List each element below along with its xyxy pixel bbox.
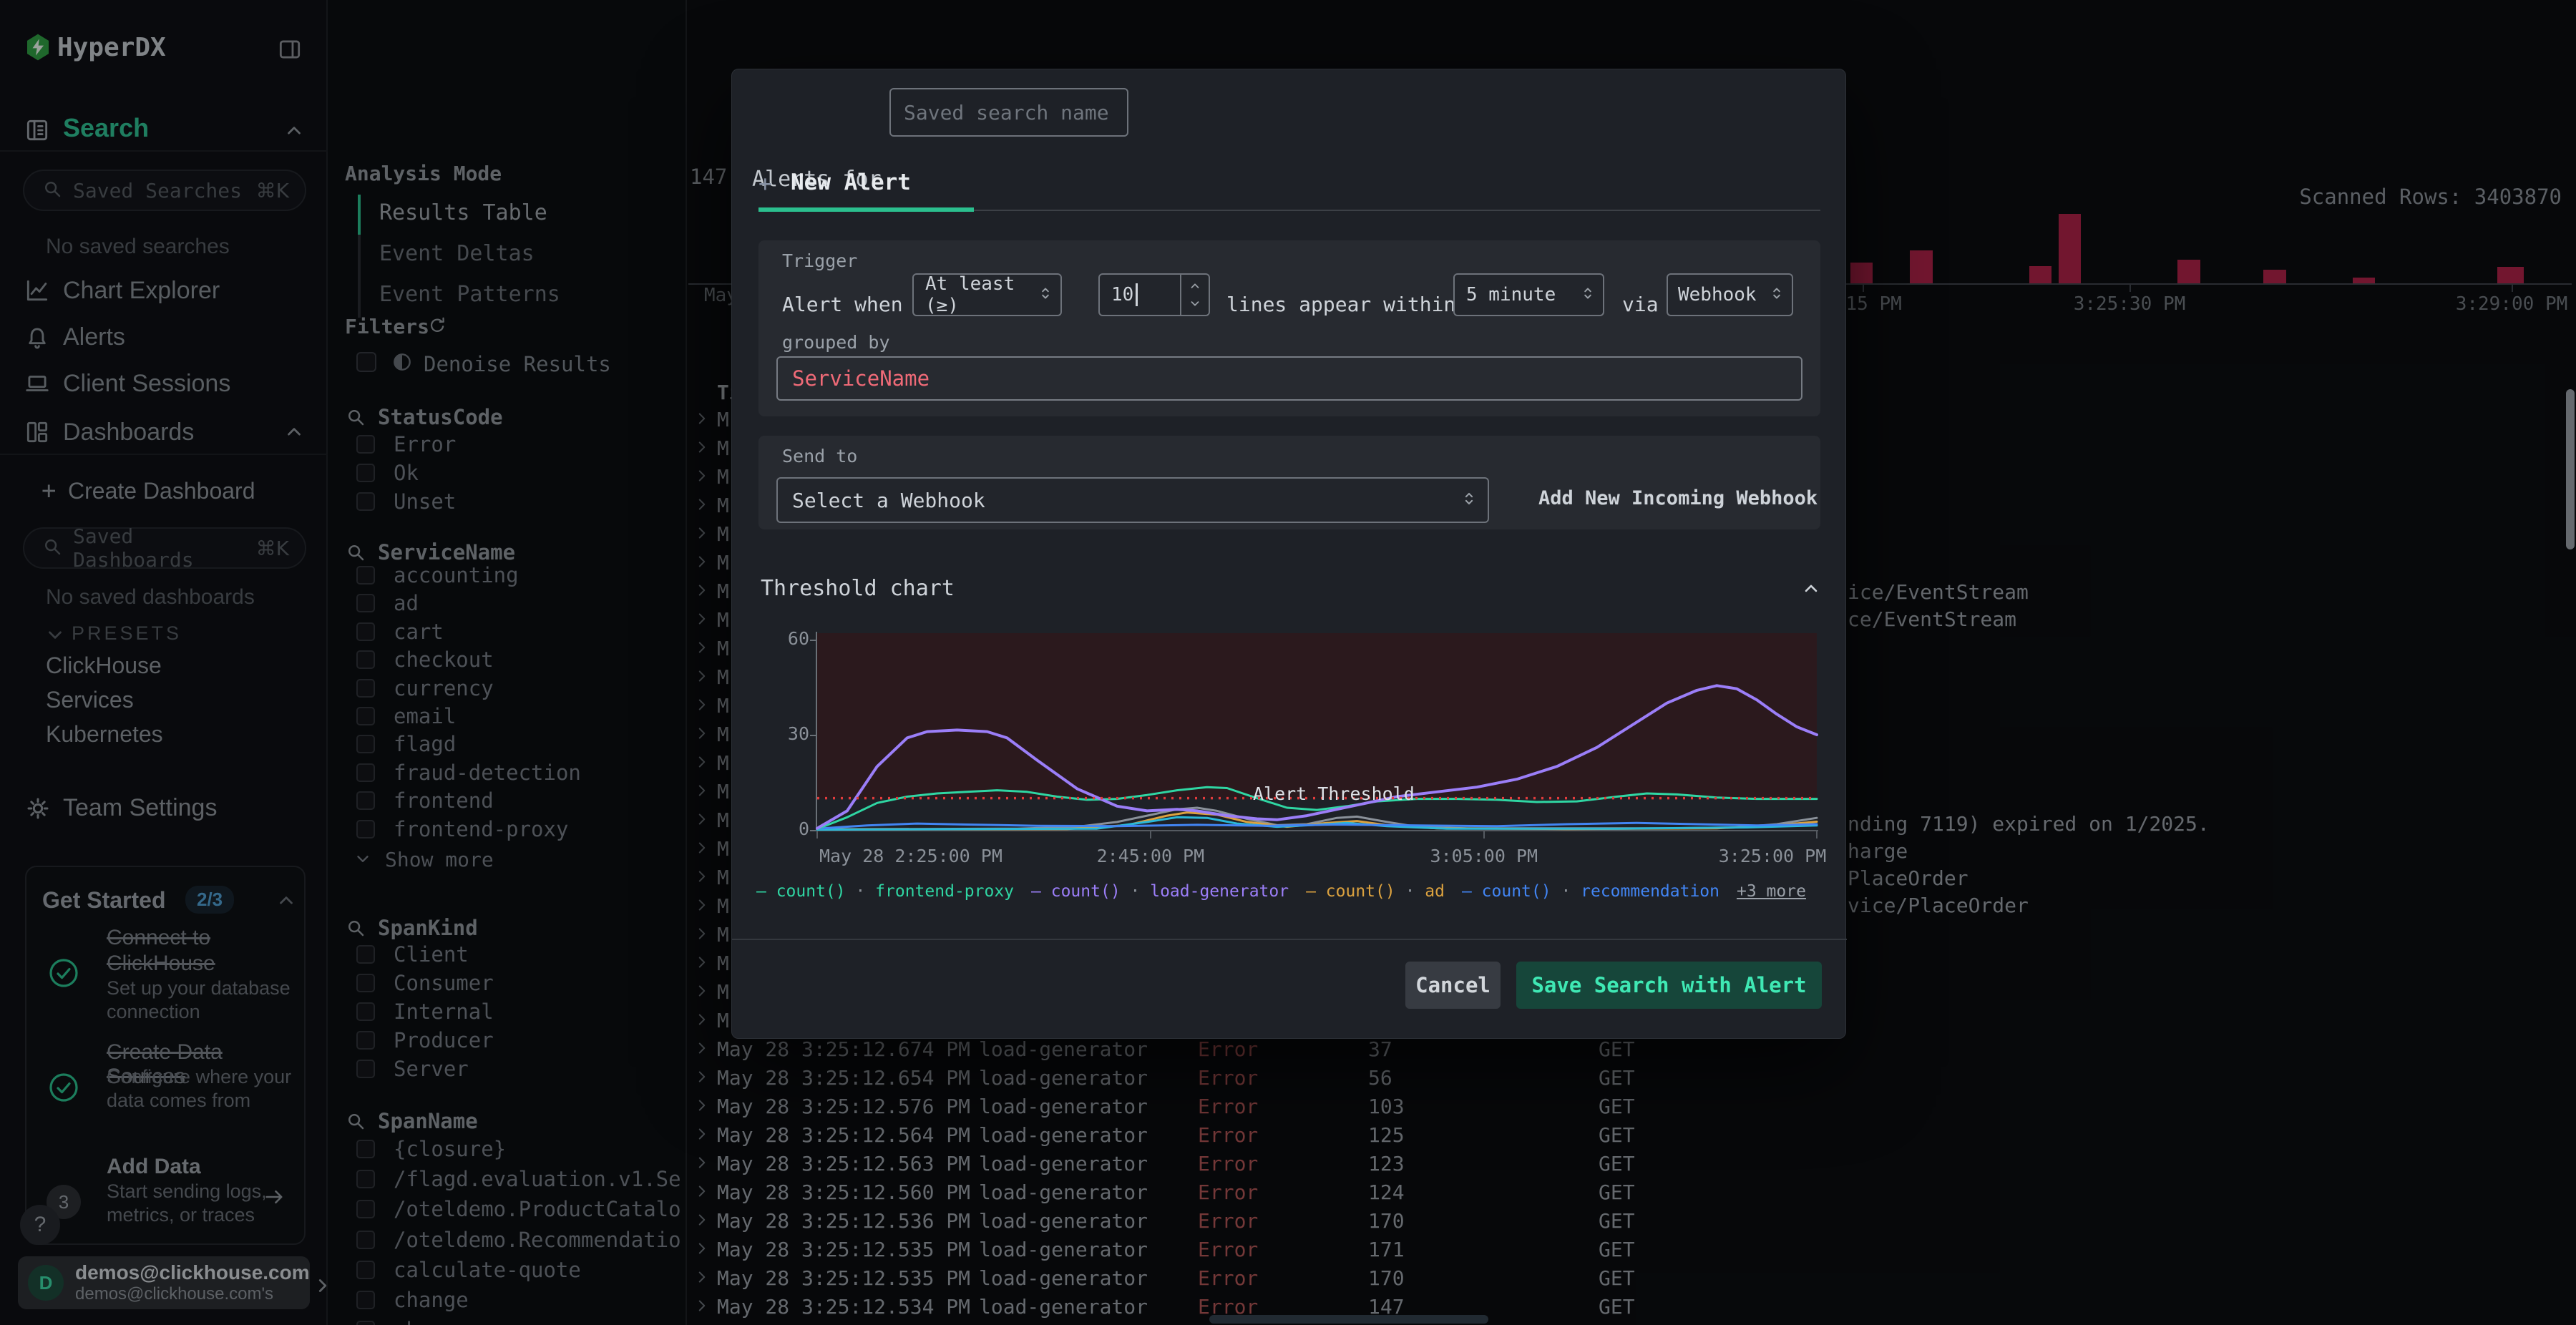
- send-to-label: Send to: [782, 446, 858, 466]
- text-cursor: [1136, 283, 1138, 306]
- add-webhook-link[interactable]: Add New Incoming Webhook: [1538, 487, 1818, 509]
- grouped-by-input[interactable]: ServiceName: [776, 356, 1802, 401]
- save-label: Save Search with Alert: [1531, 973, 1807, 997]
- tab-new-alert[interactable]: New Alert: [791, 170, 911, 195]
- x-axis-label: 3:05:00 PM: [1430, 846, 1538, 866]
- chevron-updown-icon: [1767, 284, 1786, 305]
- legend-item[interactable]: — count() · frontend-proxy: [756, 882, 1014, 901]
- threshold-number-input[interactable]: 10: [1098, 273, 1210, 316]
- legend-item[interactable]: — count() · ad: [1306, 882, 1445, 901]
- legend-item[interactable]: — count() · recommendation: [1462, 882, 1719, 901]
- chevron-updown-icon: [1579, 284, 1597, 305]
- legend-more-toggle[interactable]: +3 more: [1737, 882, 1806, 901]
- trigger-card: Trigger Alert when At least (≥) 10 lines…: [758, 240, 1820, 416]
- channel-select[interactable]: Webhook: [1667, 273, 1793, 316]
- y-axis-label: 0: [798, 818, 809, 839]
- time-window-select[interactable]: 5 minute: [1453, 273, 1604, 316]
- chevron-updown-icon: [1459, 489, 1479, 512]
- send-to-card: Send to Select a Webhook Add New Incomin…: [758, 436, 1820, 529]
- saved-search-name-placeholder: Saved search name: [904, 100, 1109, 124]
- alert-zone: [817, 633, 1817, 798]
- operator-select[interactable]: At least (≥): [912, 273, 1062, 316]
- number-stepper[interactable]: [1180, 275, 1209, 315]
- saved-search-name-input[interactable]: Saved search name: [889, 88, 1128, 137]
- x-axis-label: 3:25:00 PM: [1718, 846, 1827, 866]
- operator-value: At least (≥): [925, 273, 1015, 316]
- via-label: via: [1622, 293, 1659, 316]
- alert-threshold-label: Alert Threshold: [1253, 783, 1415, 804]
- y-axis-label: 30: [787, 723, 809, 744]
- channel-value: Webhook: [1678, 284, 1757, 305]
- lines-appear-label: lines appear within: [1226, 293, 1456, 316]
- x-axis-label: 2:45:00 PM: [1096, 846, 1205, 866]
- cancel-button[interactable]: Cancel: [1405, 962, 1501, 1009]
- trigger-section-label: Trigger: [782, 250, 858, 271]
- grouped-by-label: grouped by: [782, 332, 890, 353]
- collapse-chevron-icon[interactable]: [1801, 579, 1821, 602]
- grouped-by-value: ServiceName: [792, 366, 930, 391]
- app-root: HyperDX Search Saved Searches ⌘K No save…: [0, 0, 2576, 1325]
- y-axis-label: 60: [787, 628, 809, 650]
- x-axis-label: May 28 2:25:00 PM: [819, 846, 1002, 866]
- chevron-updown-icon: [1036, 284, 1055, 305]
- modal-footer-divider: [732, 939, 1847, 940]
- webhook-select-value: Select a Webhook: [792, 488, 985, 512]
- chart-legend: — count() · frontend-proxy — count() · lo…: [756, 882, 1823, 901]
- alert-modal: Alerts for Saved search name . + New Ale…: [731, 69, 1847, 1039]
- threshold-chart-title: Threshold chart: [761, 576, 955, 601]
- time-window-value: 5 minute: [1466, 284, 1556, 305]
- webhook-select[interactable]: Select a Webhook: [776, 477, 1489, 523]
- legend-item[interactable]: — count() · load-generator: [1031, 882, 1289, 901]
- cancel-label: Cancel: [1415, 973, 1491, 997]
- alert-when-label: Alert when: [782, 293, 903, 316]
- tab-active-indicator: [758, 207, 974, 212]
- save-search-with-alert-button[interactable]: Save Search with Alert: [1516, 962, 1822, 1009]
- tab-plus-icon: +: [758, 171, 772, 197]
- threshold-value: 10: [1111, 284, 1134, 305]
